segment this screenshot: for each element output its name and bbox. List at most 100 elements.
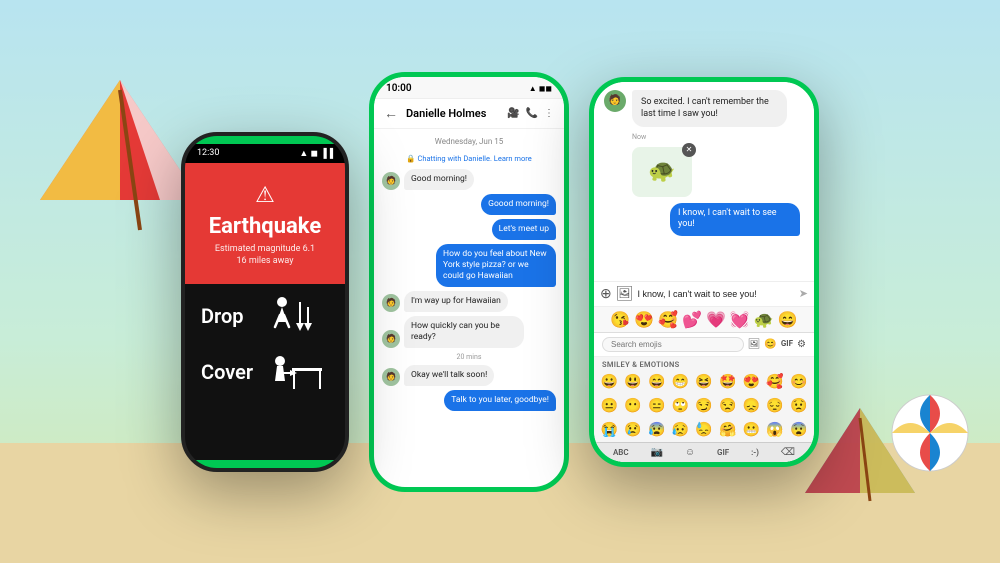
reaction-emoji-5[interactable]: 💗 <box>706 310 726 329</box>
emoji-grid-row3: 😭 😢 😰 😥 😓 🤗 😬 😱 😨 <box>594 418 814 442</box>
avatar-danielle-2: 🧑 <box>382 294 400 312</box>
mid-header: ← Danielle Holmes 🎥 📞 ⋮ <box>374 99 564 129</box>
emoji-cell[interactable]: 😐 <box>598 396 621 416</box>
signal-icon: ◼◼ <box>539 84 552 93</box>
msg-received-2: 🧑 I'm way up for Hawaiian <box>382 291 556 312</box>
emoji-cell[interactable]: 🥰 <box>764 372 787 392</box>
phone-call-icon[interactable]: 📞 <box>526 108 538 119</box>
msg-sent-2: Let's meet up <box>382 219 556 240</box>
settings-icon[interactable]: ⚙ <box>797 339 806 350</box>
emoji-cell[interactable]: 😃 <box>622 372 645 392</box>
reaction-emoji-4[interactable]: 💕 <box>682 310 702 329</box>
emoji-cell[interactable]: 😢 <box>622 420 645 440</box>
stickers-tab-icon[interactable]: 🖼 <box>748 339 761 350</box>
contact-name: Danielle Holmes <box>406 107 499 120</box>
cover-label: Cover <box>201 360 253 384</box>
emoji-cell[interactable]: 😱 <box>764 420 787 440</box>
bubble-3: Let's meet up <box>492 219 556 240</box>
emoji-cell[interactable]: 😓 <box>693 420 716 440</box>
message-input[interactable] <box>638 289 795 299</box>
emoji-cell[interactable]: 😆 <box>693 372 716 392</box>
emoji-reactions-row: 😘 😍 🥰 💕 💗 💓 🐢 😄 <box>594 306 814 332</box>
emoji-cell[interactable]: 😞 <box>740 396 763 416</box>
messages-list: Wednesday, Jun 15 🔒 Chatting with Daniel… <box>374 129 564 487</box>
emoji-add-icon[interactable]: ⊕ <box>600 286 612 302</box>
emoji-cell[interactable]: 🙄 <box>669 396 692 416</box>
gif-button[interactable]: GIF <box>717 448 729 457</box>
emoji-cell[interactable]: 😑 <box>645 396 668 416</box>
emoji-cell[interactable]: 😏 <box>693 396 716 416</box>
emoji-cell[interactable]: 😔 <box>764 396 787 416</box>
emoji-search-input[interactable] <box>602 337 744 352</box>
emoji-cell[interactable]: 🤩 <box>716 372 739 392</box>
emoji-cell[interactable]: 😟 <box>787 396 810 416</box>
reaction-emoji-2[interactable]: 😍 <box>634 310 654 329</box>
reaction-emoji-6[interactable]: 💓 <box>730 310 750 329</box>
phone-earthquake: 12:30 ▲ ◼ ▐▐ ⚠ Earthquake Estimated magn… <box>181 132 349 472</box>
time-left: 12:30 <box>197 148 219 158</box>
mid-notch: 10:00 ▲ ◼◼ <box>374 77 564 99</box>
emoji-cell[interactable]: 🤗 <box>716 420 739 440</box>
more-options-icon[interactable]: ⋮ <box>544 108 554 119</box>
abc-button[interactable]: ABC <box>613 448 629 457</box>
sent-bubble-right: I know, I can't wait to see you! <box>670 203 800 236</box>
emoji-category-label: SMILEY & EMOTIONS <box>594 357 814 370</box>
backspace-icon[interactable]: ⌫ <box>781 447 795 458</box>
emoji-cell[interactable]: 😨 <box>787 420 810 440</box>
learn-more-link[interactable]: Learn more <box>494 154 532 163</box>
msg-time-label: 20 mins <box>382 353 556 361</box>
avatar-danielle-3: 🧑 <box>382 330 400 348</box>
emoji-icon[interactable]: ☺ <box>685 447 695 458</box>
emoji-cell[interactable]: 😊 <box>787 372 810 392</box>
emoji-cell[interactable]: 😰 <box>645 420 668 440</box>
emoji-cell[interactable]: 😒 <box>716 396 739 416</box>
bubble-4: How do you feel about New York style piz… <box>436 244 556 287</box>
msg-received-3: 🧑 How quickly can you be ready? <box>382 316 556 348</box>
emoji-bottom-bar: ABC 📷 ☺ GIF :-) ⌫ <box>594 442 814 462</box>
emoji-tab-icon[interactable]: 😊 <box>764 339 776 350</box>
turtle-emoji: 🐢 <box>648 159 675 184</box>
send-button[interactable]: ➤ <box>799 287 808 300</box>
phone-emoji: 🧑 So excited. I can't remember the last … <box>589 77 819 467</box>
green-bottom-bar <box>185 460 345 468</box>
camera-icon[interactable]: 📷 <box>651 447 663 458</box>
msg-sent-1: Goood morning! <box>382 194 556 215</box>
earthquake-instructions: Drop Cover <box>185 284 345 420</box>
close-attachment-button[interactable]: ✕ <box>682 143 696 157</box>
earthquake-subtitle-1: Estimated magnitude 6.1 <box>201 243 329 256</box>
chat-notice-text: Chatting with Danielle. <box>417 154 493 163</box>
reaction-emoji-8[interactable]: 😄 <box>778 310 798 329</box>
back-button[interactable]: ← <box>384 105 398 122</box>
mid-time: 10:00 <box>386 83 412 94</box>
emoji-cell[interactable]: 😬 <box>740 420 763 440</box>
msg-sent-4: Talk to you later, goodbye! <box>382 390 556 411</box>
emoticon-button[interactable]: :-) <box>751 448 759 457</box>
bubble-2: Goood morning! <box>481 194 556 215</box>
emoji-cell[interactable]: 😁 <box>669 372 692 392</box>
status-bar-left: 12:30 ▲ ◼ ▐▐ <box>185 144 345 163</box>
msg-sent-3: How do you feel about New York style piz… <box>382 244 556 287</box>
video-call-icon[interactable]: 🎥 <box>507 108 519 119</box>
emoji-search-icons: 🖼 😊 GIF ⚙ <box>748 339 806 350</box>
chat-top-area: 🧑 So excited. I can't remember the last … <box>594 82 814 281</box>
mid-status-icons: ▲ ◼◼ <box>529 84 552 93</box>
bubble-6: How quickly can you be ready? <box>404 316 524 348</box>
earthquake-title: Earthquake <box>201 214 329 239</box>
reaction-emoji-3[interactable]: 🥰 <box>658 310 678 329</box>
emoji-cell[interactable]: 😍 <box>740 372 763 392</box>
emoji-cell[interactable]: 😀 <box>598 372 621 392</box>
cover-instruction: Cover <box>201 352 329 392</box>
emoji-cell[interactable]: 😭 <box>598 420 621 440</box>
sticker-icon[interactable]: 🖼 <box>616 286 634 302</box>
reaction-emoji-1[interactable]: 😘 <box>610 310 630 329</box>
reaction-emoji-7[interactable]: 🐢 <box>754 310 774 329</box>
wifi-icon: ▲ <box>529 84 537 93</box>
emoji-grid-row1: 😀 😃 😄 😁 😆 🤩 😍 🥰 😊 <box>594 370 814 394</box>
gif-tab-icon[interactable]: GIF <box>781 339 793 350</box>
bubble-8: Talk to you later, goodbye! <box>444 390 556 411</box>
phones-container: 12:30 ▲ ◼ ▐▐ ⚠ Earthquake Estimated magn… <box>0 0 1000 563</box>
emoji-cell[interactable]: 😶 <box>622 396 645 416</box>
emoji-cell[interactable]: 😥 <box>669 420 692 440</box>
emoji-cell[interactable]: 😄 <box>645 372 668 392</box>
emoji-search-bar: 🖼 😊 GIF ⚙ <box>594 333 814 357</box>
